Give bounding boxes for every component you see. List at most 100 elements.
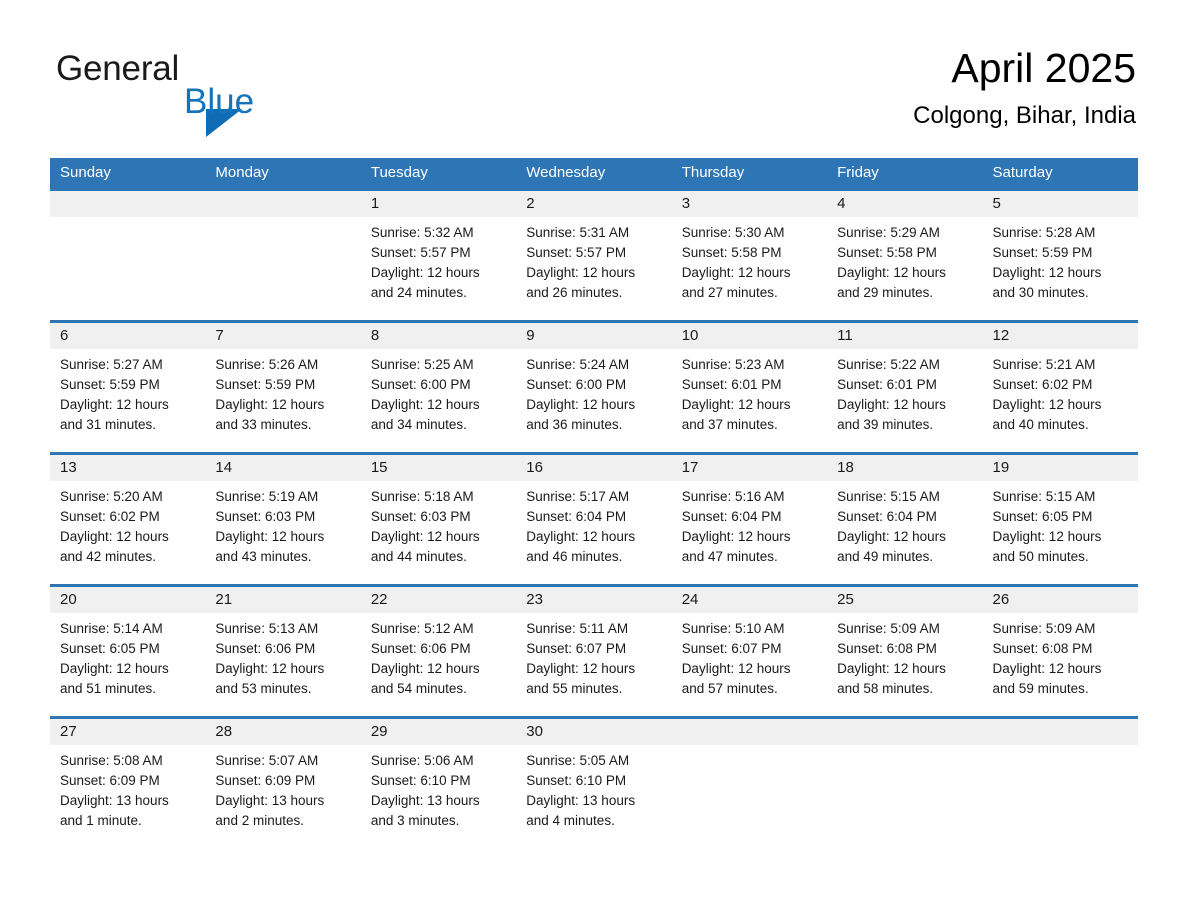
calendar-grid: Sunday Monday Tuesday Wednesday Thursday… [50, 158, 1138, 848]
day-cell[interactable]: 1 Sunrise: 5:32 AM Sunset: 5:57 PM Dayli… [361, 191, 516, 320]
week-row: 20 Sunrise: 5:14 AM Sunset: 6:05 PM Dayl… [50, 584, 1138, 716]
sunset-text: Sunset: 6:03 PM [370, 509, 471, 524]
day-cell[interactable]: 6 Sunrise: 5:27 AM Sunset: 5:59 PM Dayli… [50, 323, 205, 452]
day-cell[interactable]: 30 Sunrise: 5:05 AM Sunset: 6:10 PM Dayl… [516, 719, 671, 848]
day-cell[interactable]: 4 Sunrise: 5:29 AM Sunset: 5:58 PM Dayli… [827, 191, 982, 320]
day-cell[interactable]: 12 Sunrise: 5:21 AM Sunset: 6:02 PM Dayl… [983, 323, 1138, 452]
week-row: 1 Sunrise: 5:32 AM Sunset: 5:57 PM Dayli… [50, 188, 1138, 320]
day-details: Sunrise: 5:32 AM Sunset: 5:57 PM Dayligh… [371, 223, 510, 303]
sunrise-text: Sunrise: 5:13 AM [215, 621, 319, 636]
day-cell[interactable]: 8 Sunrise: 5:25 AM Sunset: 6:00 PM Dayli… [361, 323, 516, 452]
day-number: 20 [60, 591, 77, 608]
sunrise-text: Sunrise: 5:32 AM [370, 225, 474, 240]
sunset-text: Sunset: 6:10 PM [526, 773, 627, 788]
title-block: April 2025 Colgong, Bihar, India [913, 44, 1136, 130]
daylight-text: Daylight: 12 hours and 58 minutes. [837, 661, 946, 696]
day-number: 30 [526, 723, 543, 740]
day-cell[interactable]: 23 Sunrise: 5:11 AM Sunset: 6:07 PM Dayl… [516, 587, 671, 716]
sunrise-text: Sunrise: 5:06 AM [370, 753, 474, 768]
general-blue-logo[interactable]: General Blue [56, 50, 356, 137]
weekday-header-thursday: Thursday [681, 164, 745, 181]
daylight-text: Daylight: 12 hours and 33 minutes. [215, 397, 325, 432]
day-cell[interactable]: 11 Sunrise: 5:22 AM Sunset: 6:01 PM Dayl… [827, 323, 982, 452]
day-cell[interactable]: 2 Sunrise: 5:31 AM Sunset: 5:57 PM Dayli… [516, 191, 671, 320]
daylight-text: Daylight: 12 hours and 26 minutes. [526, 265, 636, 300]
sunset-text: Sunset: 6:00 PM [370, 377, 471, 392]
day-cell[interactable]: 20 Sunrise: 5:14 AM Sunset: 6:05 PM Dayl… [50, 587, 205, 716]
day-cell[interactable]: 9 Sunrise: 5:24 AM Sunset: 6:00 PM Dayli… [516, 323, 671, 452]
day-cell[interactable] [50, 191, 205, 320]
day-number [682, 719, 821, 745]
day-cell[interactable]: 10 Sunrise: 5:23 AM Sunset: 6:01 PM Dayl… [672, 323, 827, 452]
day-details: Sunrise: 5:31 AM Sunset: 5:57 PM Dayligh… [526, 223, 665, 303]
day-number [215, 191, 354, 217]
weekday-header-monday: Monday [215, 164, 269, 181]
day-cell[interactable]: 25 Sunrise: 5:09 AM Sunset: 6:08 PM Dayl… [827, 587, 982, 716]
day-details: Sunrise: 5:14 AM Sunset: 6:05 PM Dayligh… [60, 619, 199, 699]
sunrise-text: Sunrise: 5:07 AM [215, 753, 319, 768]
day-number: 6 [60, 327, 69, 344]
sunrise-text: Sunrise: 5:15 AM [992, 489, 1096, 504]
daylight-text: Daylight: 12 hours and 34 minutes. [370, 397, 480, 432]
day-details: Sunrise: 5:06 AM Sunset: 6:10 PM Dayligh… [371, 751, 510, 831]
sunset-text: Sunset: 5:59 PM [215, 377, 316, 392]
daylight-text: Daylight: 13 hours and 2 minutes. [215, 793, 325, 828]
sunrise-text: Sunrise: 5:27 AM [60, 357, 163, 372]
day-number: 14 [215, 459, 233, 476]
day-number: 5 [992, 195, 1001, 212]
day-cell[interactable]: 19 Sunrise: 5:15 AM Sunset: 6:05 PM Dayl… [983, 455, 1138, 584]
day-number: 13 [60, 459, 77, 476]
day-cell[interactable]: 28 Sunrise: 5:07 AM Sunset: 6:09 PM Dayl… [205, 719, 360, 848]
day-number: 1 [370, 195, 380, 212]
daylight-text: Daylight: 12 hours and 51 minutes. [60, 661, 169, 696]
day-cell[interactable]: 21 Sunrise: 5:13 AM Sunset: 6:06 PM Dayl… [205, 587, 360, 716]
day-details: Sunrise: 5:24 AM Sunset: 6:00 PM Dayligh… [526, 355, 665, 435]
daylight-text: Daylight: 12 hours and 44 minutes. [370, 529, 480, 564]
sunrise-text: Sunrise: 5:08 AM [60, 753, 163, 768]
sunset-text: Sunset: 5:59 PM [60, 377, 160, 392]
day-number: 12 [992, 327, 1010, 344]
weekday-header-tuesday: Tuesday [370, 164, 428, 181]
day-cell[interactable]: 18 Sunrise: 5:15 AM Sunset: 6:04 PM Dayl… [827, 455, 982, 584]
day-cell[interactable]: 13 Sunrise: 5:20 AM Sunset: 6:02 PM Dayl… [50, 455, 205, 584]
day-cell[interactable] [827, 719, 982, 848]
day-details: Sunrise: 5:28 AM Sunset: 5:59 PM Dayligh… [993, 223, 1132, 303]
weekday-header-row: Sunday Monday Tuesday Wednesday Thursday… [50, 158, 1138, 188]
daylight-text: Daylight: 12 hours and 29 minutes. [837, 265, 946, 300]
day-cell[interactable]: 27 Sunrise: 5:08 AM Sunset: 6:09 PM Dayl… [50, 719, 205, 848]
day-cell[interactable]: 16 Sunrise: 5:17 AM Sunset: 6:04 PM Dayl… [516, 455, 671, 584]
day-cell[interactable]: 24 Sunrise: 5:10 AM Sunset: 6:07 PM Dayl… [672, 587, 827, 716]
day-cell[interactable] [983, 719, 1138, 848]
day-number: 9 [526, 327, 535, 344]
sunrise-text: Sunrise: 5:28 AM [992, 225, 1096, 240]
day-cell[interactable]: 17 Sunrise: 5:16 AM Sunset: 6:04 PM Dayl… [672, 455, 827, 584]
page-subtitle: Colgong, Bihar, India [913, 102, 1136, 129]
day-number: 17 [681, 459, 699, 476]
daylight-text: Daylight: 12 hours and 27 minutes. [681, 265, 791, 300]
sunrise-text: Sunrise: 5:12 AM [370, 621, 474, 636]
day-details: Sunrise: 5:15 AM Sunset: 6:04 PM Dayligh… [837, 487, 976, 567]
weekday-header-saturday: Saturday [992, 164, 1053, 181]
day-cell[interactable]: 22 Sunrise: 5:12 AM Sunset: 6:06 PM Dayl… [361, 587, 516, 716]
day-details: Sunrise: 5:10 AM Sunset: 6:07 PM Dayligh… [682, 619, 821, 699]
sunset-text: Sunset: 5:58 PM [837, 245, 937, 260]
daylight-text: Daylight: 12 hours and 47 minutes. [681, 529, 791, 564]
sunset-text: Sunset: 6:02 PM [992, 377, 1093, 392]
day-cell[interactable] [672, 719, 827, 848]
day-number: 28 [215, 723, 233, 740]
day-cell[interactable]: 15 Sunrise: 5:18 AM Sunset: 6:03 PM Dayl… [361, 455, 516, 584]
day-details: Sunrise: 5:13 AM Sunset: 6:06 PM Dayligh… [215, 619, 354, 699]
day-cell[interactable]: 3 Sunrise: 5:30 AM Sunset: 5:58 PM Dayli… [672, 191, 827, 320]
day-cell[interactable]: 14 Sunrise: 5:19 AM Sunset: 6:03 PM Dayl… [205, 455, 360, 584]
day-cell[interactable]: 29 Sunrise: 5:06 AM Sunset: 6:10 PM Dayl… [361, 719, 516, 848]
day-cell[interactable] [205, 191, 360, 320]
day-details: Sunrise: 5:09 AM Sunset: 6:08 PM Dayligh… [837, 619, 976, 699]
day-details: Sunrise: 5:16 AM Sunset: 6:04 PM Dayligh… [682, 487, 821, 567]
day-cell[interactable]: 5 Sunrise: 5:28 AM Sunset: 5:59 PM Dayli… [983, 191, 1138, 320]
day-cell[interactable]: 7 Sunrise: 5:26 AM Sunset: 5:59 PM Dayli… [205, 323, 360, 452]
logo-text-blue: Blue [184, 82, 255, 121]
day-number [993, 719, 1132, 745]
day-details: Sunrise: 5:11 AM Sunset: 6:07 PM Dayligh… [526, 619, 665, 699]
day-cell[interactable]: 26 Sunrise: 5:09 AM Sunset: 6:08 PM Dayl… [983, 587, 1138, 716]
day-details: Sunrise: 5:08 AM Sunset: 6:09 PM Dayligh… [60, 751, 199, 831]
